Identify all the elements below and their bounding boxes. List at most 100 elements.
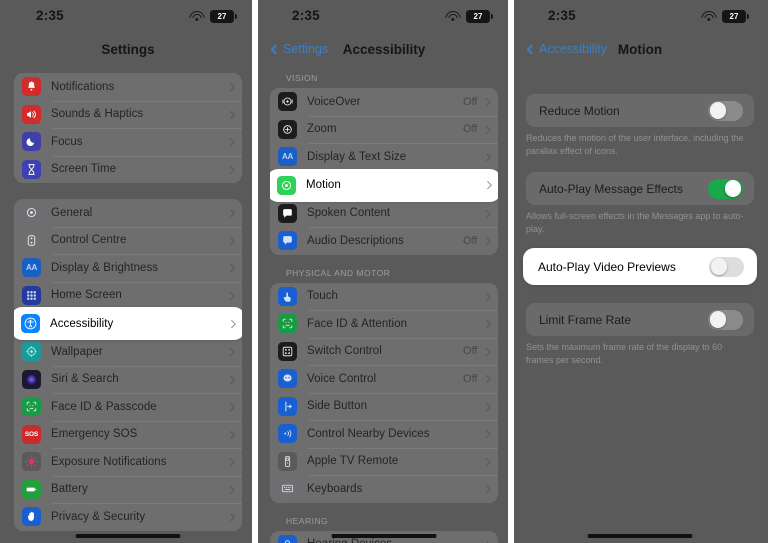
control-nearby-devices-icon [278, 424, 297, 444]
list-item-screen-time[interactable]: Screen Time [14, 155, 242, 184]
chevron-right-icon [226, 402, 235, 411]
keyboards-icon [278, 479, 297, 499]
toggle-knob [724, 180, 742, 197]
toggle-knob [709, 311, 727, 328]
list-item-focus[interactable]: Focus [14, 128, 242, 156]
chevron-right-icon [482, 125, 491, 134]
emergency-sos-icon: SOS [22, 424, 41, 444]
list-item-label: General [51, 206, 93, 219]
status-bar-indicators: 27 [445, 10, 493, 23]
list-item-face-id-attention[interactable]: Face ID & Attention [270, 310, 498, 338]
switch-control-icon [278, 341, 297, 361]
settings-list[interactable]: Notifications Sounds & Haptics Focus Screen… [0, 73, 256, 543]
face-id-attention-icon [278, 314, 297, 334]
settings-group: VoiceOver Off Zoom Off AA Display & Text Size… [270, 88, 498, 255]
toggle-switch-auto-play-video-previews[interactable] [709, 256, 744, 277]
toggle-switch-limit-frame-rate[interactable] [708, 309, 743, 330]
list-item-accessibility[interactable]: Accessibility [14, 309, 242, 338]
list-item-label: Accessibility [50, 317, 114, 330]
list-item-emergency-sos[interactable]: SOS Emergency SOS [14, 420, 242, 449]
list-item-audio-descriptions[interactable]: Audio Descriptions Off [270, 227, 498, 255]
list-item-label: VoiceOver [307, 95, 361, 108]
screen-time-hourglass-icon [22, 159, 41, 179]
list-item-switch-control[interactable]: Switch Control Off [270, 337, 498, 366]
list-item-control-nearby-devices[interactable]: Control Nearby Devices [270, 420, 498, 448]
list-item-label: Screen Time [51, 163, 117, 176]
list-item-control-centre[interactable]: Control Centre [14, 226, 242, 255]
accessibility-list[interactable]: VISION VoiceOver Off Zoom Off AA Display & Tex… [256, 73, 512, 543]
chevron-right-icon [482, 347, 491, 356]
list-item-voice-control[interactable]: Voice Control Off [270, 365, 498, 393]
list-item-apple-tv-remote[interactable]: Apple TV Remote [270, 447, 498, 476]
list-item-touch[interactable]: Touch [270, 283, 498, 311]
setting-row-auto-play-video-previews[interactable]: Auto-Play Video Previews [525, 250, 755, 284]
list-item-value: Off [463, 372, 478, 385]
list-item-display-text-size[interactable]: AA Display & Text Size [270, 143, 498, 171]
list-item-voiceover[interactable]: VoiceOver Off [270, 88, 498, 116]
back-button-accessibility[interactable]: Accessibility [526, 42, 607, 56]
list-item-siri-search[interactable]: Siri & Search [14, 365, 242, 394]
spoken-content-icon [278, 203, 297, 223]
list-item-sounds-haptics[interactable]: Sounds & Haptics [14, 100, 242, 129]
battery-icon: 27 [466, 10, 493, 23]
list-item-label: Face ID & Attention [307, 317, 408, 330]
list-item-motion[interactable]: Motion [270, 170, 498, 200]
list-item-value: Off [463, 234, 478, 247]
audio-descriptions-icon [278, 231, 297, 251]
settings-group: Notifications Sounds & Haptics Focus Screen… [14, 73, 242, 183]
list-item-label: Focus [51, 135, 83, 148]
display-text-size-icon: AA [278, 147, 297, 167]
list-item-label: Touch [307, 290, 338, 303]
wifi-icon [189, 10, 204, 22]
list-item-battery[interactable]: Battery [14, 475, 242, 504]
chevron-right-icon [226, 236, 235, 245]
list-item-side-button[interactable]: Side Button [270, 392, 498, 421]
toggle-switch-auto-play-message-effects[interactable] [708, 178, 743, 199]
toggle-knob [709, 102, 727, 119]
list-item-privacy-security[interactable]: Privacy & Security [14, 503, 242, 531]
list-item-label: Display & Text Size [307, 150, 407, 163]
list-item-home-screen[interactable]: Home Screen [14, 281, 242, 310]
setting-row-reduce-motion[interactable]: Reduce Motion [526, 94, 754, 127]
focus-moon-icon [22, 132, 41, 152]
list-item-keyboards[interactable]: Keyboards [270, 475, 498, 503]
list-item-label: Siri & Search [51, 373, 119, 386]
chevron-right-icon [226, 430, 235, 439]
status-bar-time: 2:35 [548, 8, 576, 23]
list-item-display-brightness[interactable]: AA Display & Brightness [14, 254, 242, 282]
voiceover-icon [278, 92, 297, 112]
chevron-right-icon [482, 402, 491, 411]
status-bar-time: 2:35 [292, 8, 320, 23]
setting-row-auto-play-message-effects[interactable]: Auto-Play Message Effects [526, 172, 754, 205]
chevron-right-icon [482, 374, 491, 383]
hearing-devices-icon [278, 534, 297, 543]
list-item-label: Battery [51, 483, 88, 496]
chevron-right-icon [226, 512, 235, 521]
list-item-general[interactable]: General [14, 199, 242, 227]
list-item-exposure-notifications[interactable]: Exposure Notifications [14, 448, 242, 476]
motion-settings-list[interactable]: Reduce Motion Reduces the motion of the u… [512, 94, 768, 381]
setting-label: Auto-Play Video Previews [538, 259, 676, 274]
list-item-label: Voice Control [307, 372, 377, 385]
chevron-right-icon [482, 484, 491, 493]
list-item-zoom[interactable]: Zoom Off [270, 115, 498, 144]
nav-bar-panel3: Accessibility Motion [512, 34, 768, 64]
list-item-label: Display & Brightness [51, 261, 159, 274]
list-item-notifications[interactable]: Notifications [14, 73, 242, 101]
status-bar-panel3: 2:35 27 [512, 0, 768, 34]
list-item-spoken-content[interactable]: Spoken Content [270, 200, 498, 228]
list-item-label: Exposure Notifications [51, 455, 167, 468]
toggle-switch-reduce-motion[interactable] [708, 100, 743, 121]
list-item-label: Privacy & Security [51, 510, 146, 523]
list-item-value: Off [463, 345, 478, 358]
setting-row-limit-frame-rate[interactable]: Limit Frame Rate [526, 303, 754, 336]
chevron-right-icon [482, 457, 491, 466]
chevron-right-icon [226, 165, 235, 174]
section-header: PHYSICAL AND MOTOR [286, 267, 391, 278]
back-button-settings[interactable]: Settings [270, 42, 328, 56]
home-indicator [331, 533, 437, 538]
nav-bar-panel1: Settings [0, 34, 256, 64]
chevron-right-icon [482, 152, 491, 161]
list-item-face-id-passcode[interactable]: Face ID & Passcode [14, 393, 242, 421]
list-item-wallpaper[interactable]: Wallpaper [14, 338, 242, 366]
